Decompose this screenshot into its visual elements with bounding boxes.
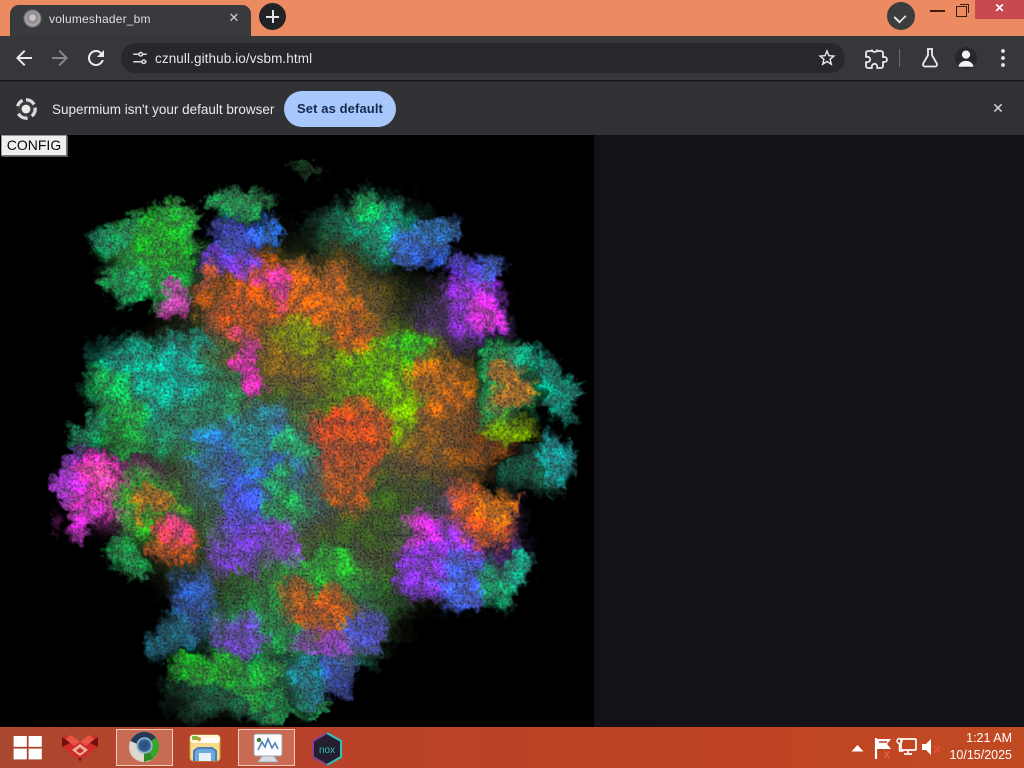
svg-text:x: x bbox=[884, 747, 891, 760]
svg-text:✕: ✕ bbox=[932, 743, 942, 757]
svg-text:nox: nox bbox=[319, 745, 335, 756]
